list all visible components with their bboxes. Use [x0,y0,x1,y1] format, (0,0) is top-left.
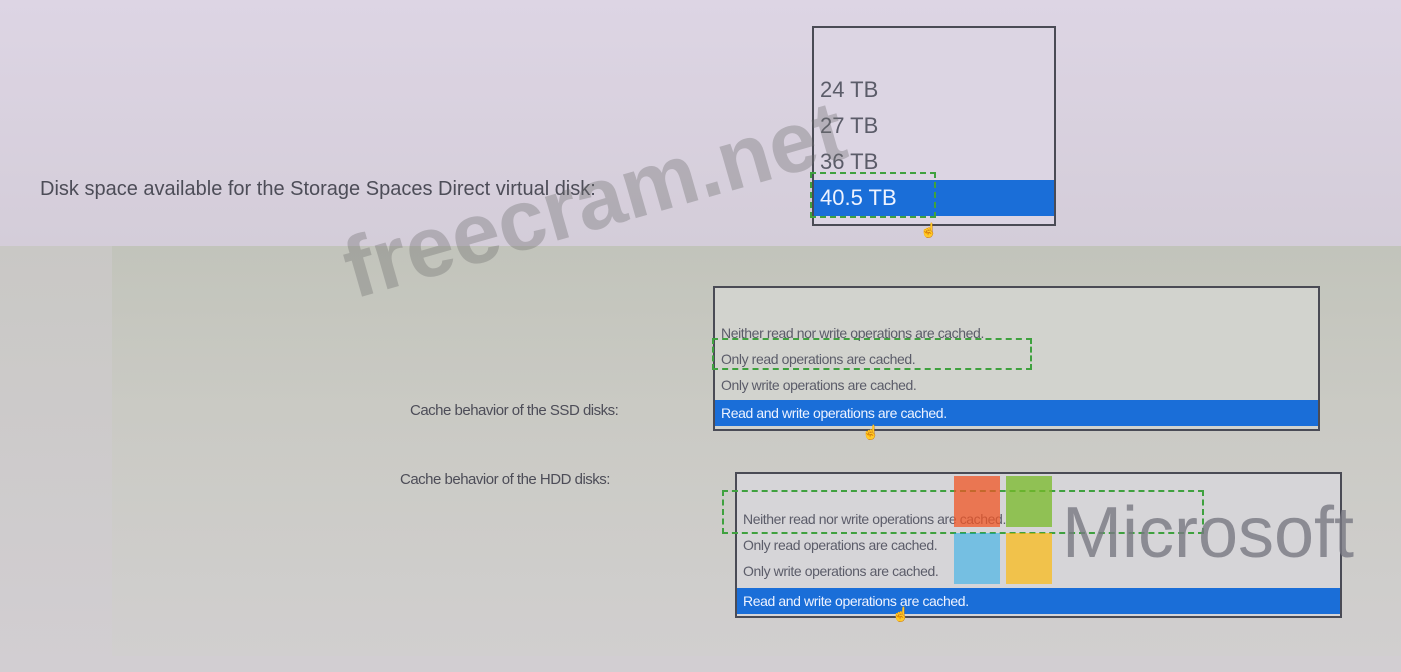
disk-space-listbox[interactable]: 24 TB 27 TB 36 TB 40.5 TB [812,26,1056,226]
hand-cursor-icon: ☝ [892,606,910,622]
hand-cursor-icon: ☝ [920,222,938,238]
disk-space-option-40-5tb[interactable]: 40.5 TB [814,180,1054,216]
microsoft-logo-icon [954,476,1054,586]
ssd-cache-label: Cache behavior of the SSD disks: [410,402,619,419]
disk-space-option-36tb[interactable]: 36 TB [814,144,1054,180]
disk-space-option-24tb[interactable]: 24 TB [814,72,1054,108]
hand-cursor-icon: ☝ [862,424,880,440]
ssd-option-read-write[interactable]: Read and write operations are cached. [715,400,1318,426]
microsoft-wordmark: Microsoft [1062,493,1355,573]
top-panel [0,0,1401,246]
ssd-option-write-only[interactable]: Only write operations are cached. [715,372,1318,398]
disk-space-label: Disk space available for the Storage Spa… [40,178,596,200]
disk-space-option-27tb[interactable]: 27 TB [814,108,1054,144]
hdd-option-read-write[interactable]: Read and write operations are cached. [737,588,1340,614]
hdd-cache-label: Cache behavior of the HDD disks: [400,471,610,488]
ssd-cache-listbox[interactable]: Neither read nor write operations are ca… [713,286,1320,431]
ssd-option-read-only[interactable]: Only read operations are cached. [715,346,1318,372]
ssd-option-neither[interactable]: Neither read nor write operations are ca… [715,320,1318,346]
